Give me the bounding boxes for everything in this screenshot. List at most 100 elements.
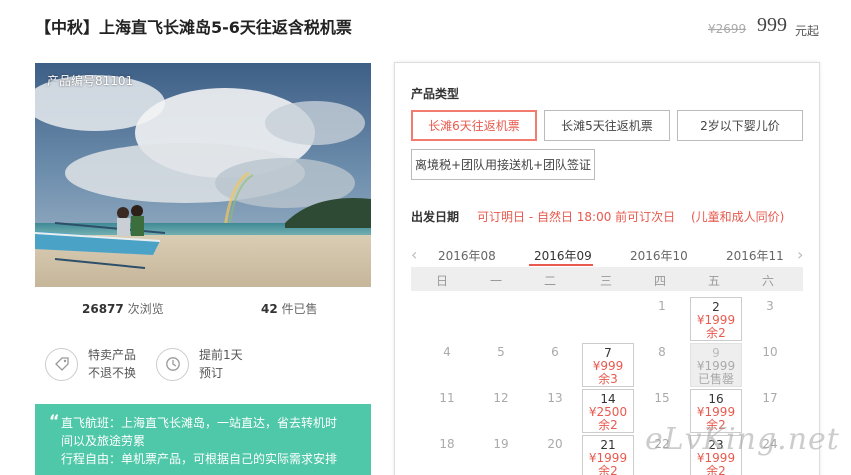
day-number: 4 bbox=[443, 345, 451, 359]
month-selector: ‹ 2016年08 2016年09 2016年10 2016年11 › bbox=[411, 243, 803, 267]
day-number: 11 bbox=[439, 391, 455, 405]
sold-stat: 42 件已售 bbox=[261, 300, 318, 317]
day-remaining: 余2 bbox=[706, 326, 726, 340]
day-remaining: 余3 bbox=[598, 372, 618, 386]
day-number: 21 bbox=[600, 438, 616, 452]
feature-line: 不退不换 bbox=[88, 366, 137, 380]
feature-line: 提前1天 bbox=[199, 348, 243, 362]
page-title: 【中秋】上海直飞长滩岛5-6天往返含税机票 bbox=[35, 18, 352, 37]
beach-image bbox=[35, 63, 371, 287]
day-number: 8 bbox=[658, 345, 666, 359]
day-number: 19 bbox=[493, 437, 509, 451]
calendar-day: 8 bbox=[636, 343, 688, 359]
calendar-day: 13 bbox=[529, 389, 581, 405]
month-tab-active[interactable]: 2016年09 bbox=[534, 247, 592, 264]
calendar-day: 10 bbox=[744, 343, 796, 359]
product-photo: 产品编号81101 bbox=[35, 63, 371, 287]
type-option-extras[interactable]: 离境税+团队用接送机+团队签证 bbox=[411, 149, 595, 180]
views-stat: 26877 次浏览 bbox=[82, 300, 164, 317]
booking-note-text: 可订明日 - 自然日 18:00 前可订次日 bbox=[477, 210, 676, 224]
day-remaining: 已售罄 bbox=[697, 372, 734, 386]
calendar-day: 15 bbox=[636, 389, 688, 405]
weekday: 三 bbox=[599, 274, 612, 288]
weekday: 五 bbox=[707, 274, 720, 288]
day-number: 6 bbox=[551, 345, 559, 359]
quote-icon: “ bbox=[49, 411, 60, 430]
chevron-left-icon[interactable]: ‹ bbox=[411, 245, 417, 264]
weekday: 一 bbox=[489, 274, 502, 288]
day-number: 13 bbox=[547, 391, 563, 405]
calendar-day: 17 bbox=[744, 389, 796, 405]
chevron-right-icon[interactable]: › bbox=[797, 245, 803, 264]
type-option-5day[interactable]: 长滩5天往返机票 bbox=[544, 110, 670, 141]
price-unit: 元起 bbox=[795, 24, 820, 38]
views-label: 次浏览 bbox=[127, 302, 164, 316]
calendar-day: 12 bbox=[475, 389, 527, 405]
day-number: 9 bbox=[712, 346, 720, 360]
day-number: 14 bbox=[600, 392, 616, 406]
day-number: 1 bbox=[658, 299, 666, 313]
child-price-note: (儿童和成人同价) bbox=[691, 210, 785, 224]
active-month-indicator bbox=[529, 264, 593, 266]
calendar-day-available[interactable]: 7 ¥999 余3 bbox=[582, 343, 634, 387]
product-type-label: 产品类型 bbox=[411, 87, 460, 101]
calendar-day: 3 bbox=[744, 297, 796, 313]
calendar-day: 5 bbox=[475, 343, 527, 359]
sold-label: 件已售 bbox=[281, 302, 318, 316]
month-tab[interactable]: 2016年08 bbox=[438, 247, 496, 264]
feature-line: 预订 bbox=[199, 366, 224, 380]
month-tab[interactable]: 2016年10 bbox=[630, 247, 688, 264]
feature-advance-booking: 提前1天 预订 bbox=[156, 346, 243, 382]
calendar-day: 11 bbox=[421, 389, 473, 405]
calendar-day: 1 bbox=[636, 297, 688, 313]
calendar-day-soldout: 9 ¥1999 已售罄 bbox=[690, 343, 742, 387]
views-count: 26877 bbox=[82, 302, 124, 316]
description-line: 间以及旅途劳累 bbox=[61, 434, 146, 448]
month-tab[interactable]: 2016年11 bbox=[726, 247, 784, 264]
day-number: 3 bbox=[766, 299, 774, 313]
weekday-header: 日 一 二 三 四 五 六 bbox=[411, 267, 803, 291]
description-line: 行程自由：单机票产品，可根据自己的实际需求安排 bbox=[61, 452, 338, 466]
day-remaining: 余2 bbox=[598, 464, 618, 475]
day-number: 20 bbox=[547, 437, 563, 451]
tag-icon bbox=[45, 347, 78, 381]
weekday: 日 bbox=[435, 274, 448, 288]
feature-special-sale: 特卖产品 不退不换 bbox=[45, 346, 136, 382]
day-number: 12 bbox=[493, 391, 509, 405]
type-option-infant[interactable]: 2岁以下婴儿价 bbox=[677, 110, 803, 141]
calendar-day: 19 bbox=[475, 435, 527, 451]
product-code: 产品编号81101 bbox=[47, 74, 134, 88]
day-number: 15 bbox=[654, 391, 670, 405]
feature-line: 特卖产品 bbox=[88, 348, 137, 362]
calendar-day: 4 bbox=[421, 343, 473, 359]
day-remaining: 余2 bbox=[706, 464, 726, 475]
sale-price: 999 bbox=[757, 14, 787, 36]
weekday: 四 bbox=[653, 274, 666, 288]
day-number: 17 bbox=[762, 391, 778, 405]
day-number: 5 bbox=[497, 345, 505, 359]
clock-icon bbox=[156, 347, 189, 381]
calendar-day-available[interactable]: 14 ¥2500 余2 bbox=[582, 389, 634, 433]
departure-date-label: 出发日期 bbox=[411, 210, 460, 224]
day-number: 7 bbox=[604, 346, 612, 360]
day-number: 18 bbox=[439, 437, 455, 451]
calendar-day: 6 bbox=[529, 343, 581, 359]
calendar-day: 18 bbox=[421, 435, 473, 451]
booking-panel: 产品类型 长滩6天往返机票 长滩5天往返机票 2岁以下婴儿价 离境税+团队用接送… bbox=[394, 62, 820, 475]
day-number: 10 bbox=[762, 345, 778, 359]
weekday: 二 bbox=[543, 274, 556, 288]
watermark: eLvKing.net bbox=[645, 422, 840, 457]
booking-note: 可订明日 - 自然日 18:00 前可订次日 (儿童和成人同价) bbox=[477, 208, 784, 225]
description-line: 直飞航班：上海直飞长滩岛，一站直达，省去转机时 bbox=[61, 416, 338, 430]
original-price: ¥2699 bbox=[708, 22, 747, 36]
sold-count: 42 bbox=[261, 302, 278, 316]
day-remaining: 余2 bbox=[598, 418, 618, 432]
day-number: 16 bbox=[708, 392, 724, 406]
weekday: 六 bbox=[761, 274, 774, 288]
calendar-day: 20 bbox=[529, 435, 581, 451]
calendar-day-available[interactable]: 21 ¥1999 余2 bbox=[582, 435, 634, 475]
day-number: 2 bbox=[712, 300, 720, 314]
calendar-day-available[interactable]: 2 ¥1999 余2 bbox=[690, 297, 742, 341]
description-box: “ 直飞航班：上海直飞长滩岛，一站直达，省去转机时 间以及旅途劳累 行程自由：单… bbox=[35, 404, 371, 475]
type-option-6day[interactable]: 长滩6天往返机票 bbox=[411, 110, 537, 141]
